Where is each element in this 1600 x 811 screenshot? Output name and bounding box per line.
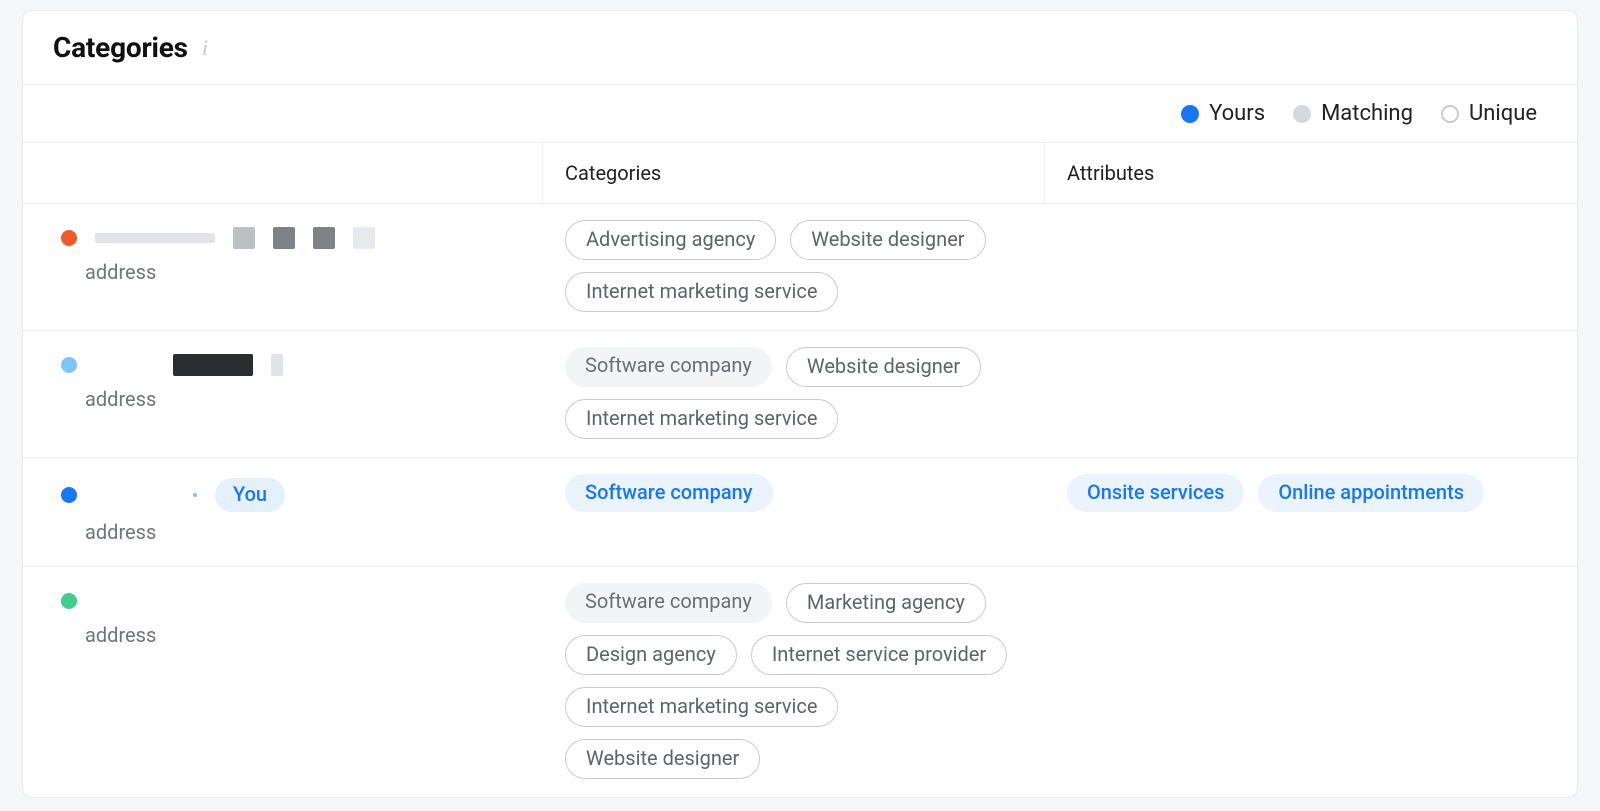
- category-tag[interactable]: Software company: [565, 583, 772, 623]
- you-marker-dot: [193, 493, 197, 497]
- table-row: address Software company Website designe…: [23, 331, 1577, 458]
- cell-attributes: Onsite services Online appointments: [1045, 474, 1577, 548]
- legend-matching-label: Matching: [1321, 101, 1413, 126]
- table-row: address Advertising agency Website desig…: [23, 204, 1577, 331]
- cell-business: address: [23, 220, 543, 312]
- row-address: address: [85, 387, 521, 411]
- redacted-block: [271, 354, 283, 376]
- redacted-block: [313, 227, 335, 249]
- cell-business: address: [23, 347, 543, 439]
- category-tag[interactable]: Software company: [565, 347, 772, 387]
- row-indicator-dot: [61, 593, 77, 609]
- legend-unique[interactable]: Unique: [1441, 101, 1537, 126]
- legend-bar: Yours Matching Unique: [23, 84, 1577, 143]
- row-address: address: [85, 520, 521, 544]
- info-icon[interactable]: i: [202, 37, 208, 59]
- cell-categories: Software company Website designer Intern…: [543, 347, 1045, 439]
- row-indicator-dot: [61, 487, 77, 503]
- cell-business: address: [23, 583, 543, 779]
- legend-dot-unique: [1441, 105, 1459, 123]
- row-indicator-dot: [61, 357, 77, 373]
- category-tag[interactable]: Website designer: [565, 739, 760, 779]
- redacted-name: [173, 354, 253, 376]
- cell-business: You address: [23, 474, 543, 548]
- col-header-attributes: Attributes: [1045, 143, 1577, 203]
- category-tag[interactable]: Website designer: [790, 220, 985, 260]
- columns-header: Categories Attributes: [23, 143, 1577, 204]
- col-header-business: [23, 143, 543, 203]
- category-tag[interactable]: Internet marketing service: [565, 399, 838, 439]
- category-tag[interactable]: Internet service provider: [751, 635, 1007, 675]
- redacted-name: [95, 233, 215, 243]
- table-row: address Software company Marketing agenc…: [23, 567, 1577, 797]
- category-tag[interactable]: Website designer: [786, 347, 981, 387]
- category-tag[interactable]: Software company: [565, 474, 773, 512]
- row-address: address: [85, 623, 521, 647]
- card-header: Categories i: [23, 11, 1577, 84]
- card-title: Categories: [53, 31, 188, 64]
- cell-categories: Software company Marketing agency Design…: [543, 583, 1045, 779]
- category-tag[interactable]: Internet marketing service: [565, 687, 838, 727]
- category-tag[interactable]: Marketing agency: [786, 583, 986, 623]
- row-address: address: [85, 260, 521, 284]
- cell-categories: Software company: [543, 474, 1045, 548]
- redacted-block: [273, 227, 295, 249]
- legend-dot-yours: [1181, 105, 1199, 123]
- legend-dot-matching: [1293, 105, 1311, 123]
- legend-yours[interactable]: Yours: [1181, 101, 1265, 126]
- cell-attributes: [1045, 347, 1577, 439]
- col-header-categories: Categories: [543, 143, 1045, 203]
- table-row: You address Software company Onsite serv…: [23, 458, 1577, 567]
- row-indicator-dot: [61, 230, 77, 246]
- categories-card: Categories i Yours Matching Unique Categ…: [22, 10, 1578, 798]
- cell-categories: Advertising agency Website designer Inte…: [543, 220, 1045, 312]
- cell-attributes: [1045, 220, 1577, 312]
- cell-attributes: [1045, 583, 1577, 779]
- category-tag[interactable]: Advertising agency: [565, 220, 776, 260]
- category-tag[interactable]: Design agency: [565, 635, 737, 675]
- redacted-block: [353, 227, 375, 249]
- legend-unique-label: Unique: [1469, 101, 1537, 126]
- legend-yours-label: Yours: [1209, 101, 1265, 126]
- attribute-tag[interactable]: Online appointments: [1258, 474, 1484, 512]
- redacted-block: [233, 227, 255, 249]
- legend-matching[interactable]: Matching: [1293, 101, 1413, 126]
- you-badge: You: [215, 478, 285, 512]
- category-tag[interactable]: Internet marketing service: [565, 272, 838, 312]
- attribute-tag[interactable]: Onsite services: [1067, 474, 1244, 512]
